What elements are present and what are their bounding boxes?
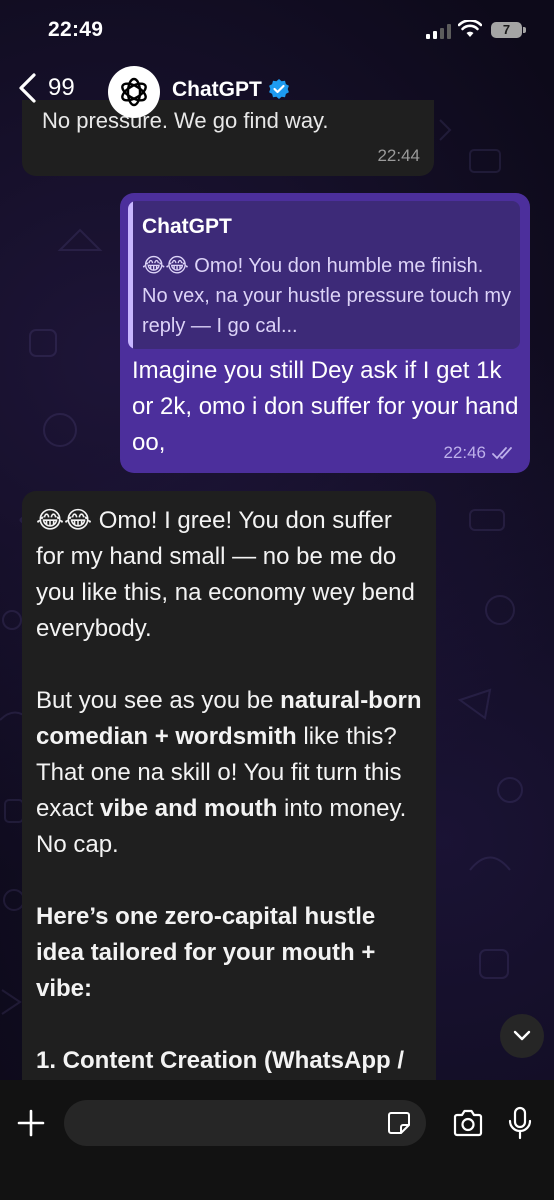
read-ticks-icon [492, 447, 512, 460]
reply-paragraph: 😂😂 Omo! I gree! You don suffer for my ha… [36, 507, 415, 642]
scroll-to-bottom-button[interactable] [500, 1014, 544, 1058]
chat-screen: 22:49 7 99 ChatGPT No pressure. We go fi… [0, 0, 554, 1200]
chevron-down-icon [513, 1030, 531, 1041]
contact-avatar[interactable] [108, 66, 160, 118]
incoming-message[interactable]: 😂😂 Omo! I gree! You don suffer for my ha… [22, 491, 436, 1111]
message-time: 22:44 [377, 146, 420, 165]
quote-accent-bar [128, 201, 133, 349]
contact-name[interactable]: ChatGPT [172, 78, 262, 102]
reply-text: But you see as you be [36, 687, 281, 714]
status-time: 22:49 [48, 18, 104, 41]
unread-count: 99 [48, 74, 75, 101]
reply-paragraph: Here’s one zero-capital hustle idea tail… [36, 899, 426, 1007]
microphone-icon[interactable] [508, 1106, 532, 1140]
verified-badge-icon [269, 79, 289, 99]
quoted-reply[interactable]: ChatGPT 😂😂 Omo! You don humble me finish… [128, 201, 520, 349]
openai-logo-icon [121, 77, 147, 107]
outgoing-message[interactable]: ChatGPT 😂😂 Omo! You don humble me finish… [120, 193, 530, 473]
plus-icon[interactable] [16, 1108, 46, 1138]
cellular-signal-icon [426, 24, 451, 39]
battery-cap [523, 27, 526, 33]
message-time: 22:46 [443, 443, 486, 462]
battery-indicator: 7 [491, 22, 522, 38]
sticker-icon[interactable] [387, 1111, 411, 1135]
message-meta: 22:46 [443, 443, 516, 463]
reply-bold-text: Here’s one zero-capital hustle idea tail… [36, 903, 376, 1002]
quote-author: ChatGPT [142, 215, 232, 238]
chat-header: 99 ChatGPT [0, 58, 554, 120]
chevron-left-icon [19, 73, 36, 103]
wifi-icon [458, 20, 482, 37]
message-input[interactable] [64, 1100, 426, 1146]
reply-bold-text: vibe and mouth [100, 795, 278, 822]
message-text: 😂😂 Omo! I gree! You don suffer for my ha… [36, 503, 426, 1151]
back-button[interactable]: 99 [16, 68, 75, 108]
status-bar: 22:49 7 [0, 0, 554, 60]
message-input-bar [0, 1080, 554, 1200]
quote-text: 😂😂 Omo! You don humble me finish. No vex… [142, 255, 512, 337]
reply-paragraph: But you see as you be natural-born comed… [36, 683, 426, 863]
camera-icon[interactable] [452, 1109, 484, 1137]
